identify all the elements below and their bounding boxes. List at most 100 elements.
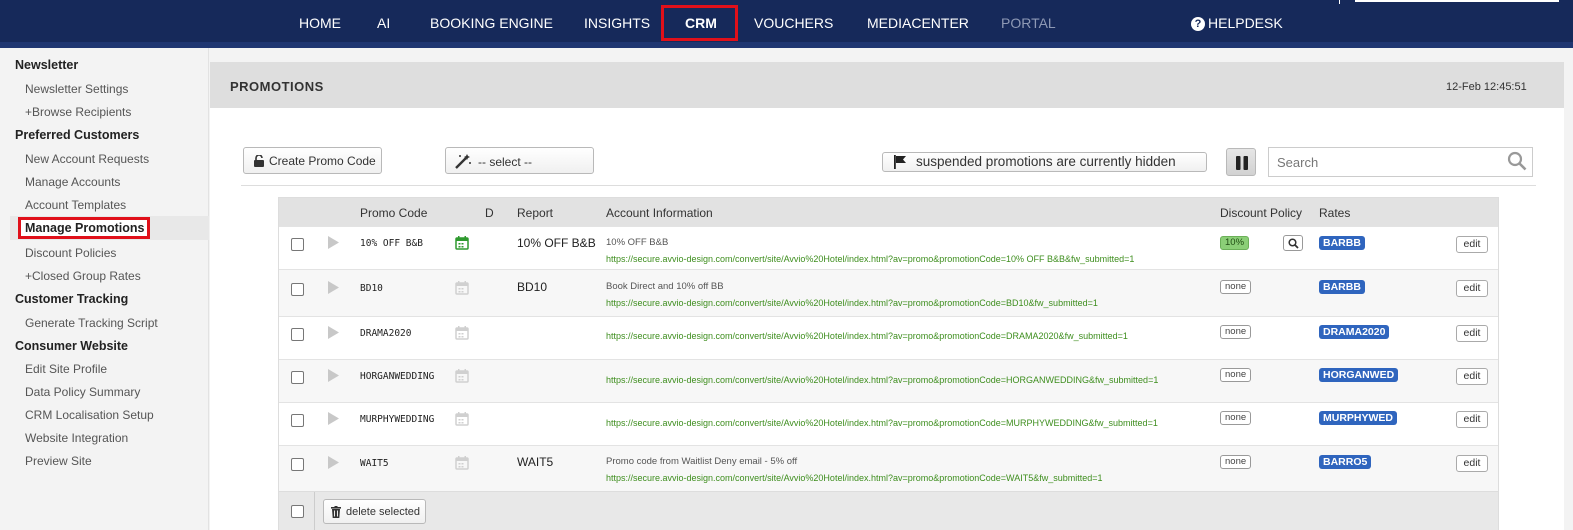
- table-row: BD10 BD10 Book Direct and 10% off BB htt…: [279, 269, 1498, 316]
- play-icon[interactable]: [327, 236, 339, 249]
- promo-url-link[interactable]: https://secure.avvio-design.com/convert/…: [606, 418, 1158, 428]
- toolbar-divider: [241, 185, 1536, 186]
- sidebar-item-account-templates[interactable]: Account Templates: [25, 198, 126, 212]
- rate-badge: MURPHYWED: [1319, 411, 1397, 425]
- promo-code: WAIT5: [360, 458, 389, 469]
- sidebar-item-preview-site[interactable]: Preview Site: [25, 454, 92, 468]
- nav-insights[interactable]: INSIGHTS: [584, 0, 650, 42]
- sidebar-item-new-account-requests[interactable]: New Account Requests: [25, 152, 149, 166]
- header-report[interactable]: Report: [517, 206, 553, 220]
- promo-url-link[interactable]: https://secure.avvio-design.com/convert/…: [606, 473, 1103, 483]
- play-icon[interactable]: [327, 281, 339, 294]
- discount-policy-badge: none: [1220, 280, 1252, 294]
- row-checkbox[interactable]: [291, 371, 304, 384]
- sidebar-item-manage-promotions[interactable]: Manage Promotions: [25, 221, 144, 235]
- nav-vouchers[interactable]: VOUCHERS: [754, 0, 833, 42]
- header-rates[interactable]: Rates: [1319, 206, 1350, 220]
- nav-booking-engine[interactable]: BOOKING ENGINE: [430, 0, 553, 42]
- promo-url-link[interactable]: https://secure.avvio-design.com/convert/…: [606, 331, 1128, 341]
- sidebar-item-manage-accounts[interactable]: Manage Accounts: [25, 175, 120, 189]
- header-discount-policy[interactable]: Discount Policy: [1220, 206, 1302, 220]
- nav-ai[interactable]: AI: [377, 0, 390, 42]
- sidebar-item-generate-tracking-script[interactable]: Generate Tracking Script: [25, 316, 158, 330]
- sidebar-item-crm-localisation-setup[interactable]: CRM Localisation Setup: [25, 408, 154, 422]
- create-promo-code-button[interactable]: Create Promo Code: [243, 147, 382, 174]
- report-name: WAIT5: [517, 455, 554, 469]
- magic-wand-icon: [455, 154, 471, 169]
- delete-selected-button[interactable]: delete selected: [323, 499, 426, 524]
- calendar-icon[interactable]: [455, 412, 469, 426]
- play-icon[interactable]: [327, 326, 339, 339]
- edit-button[interactable]: edit: [1456, 455, 1488, 472]
- sidebar-item-edit-site-profile[interactable]: Edit Site Profile: [25, 362, 107, 376]
- calendar-icon[interactable]: [455, 326, 469, 340]
- calendar-icon[interactable]: [455, 281, 469, 295]
- row-checkbox[interactable]: [291, 328, 304, 341]
- row-checkbox[interactable]: [291, 414, 304, 427]
- nav-portal[interactable]: PORTAL: [1001, 0, 1056, 42]
- pause-icon: [1236, 156, 1248, 170]
- rate-badge: BARRO5: [1319, 455, 1372, 469]
- select-all-checkbox[interactable]: [291, 505, 304, 518]
- table-footer: delete selected: [279, 491, 1498, 530]
- trash-icon: [331, 506, 341, 518]
- table-row: HORGANWEDDING https://secure.avvio-desig…: [279, 359, 1498, 402]
- row-checkbox[interactable]: [291, 458, 304, 471]
- rate-badge: HORGANWED: [1319, 368, 1399, 382]
- rate-badge: BARBB: [1319, 280, 1365, 294]
- nav-helpdesk-label: HELPDESK: [1208, 15, 1283, 31]
- discount-policy-badge: none: [1220, 411, 1252, 425]
- page-header: PROMOTIONS 12-Feb 12:45:51: [210, 62, 1564, 108]
- nav-home[interactable]: HOME: [299, 0, 341, 42]
- sidebar-heading-preferred-customers: Preferred Customers: [15, 128, 140, 142]
- play-icon[interactable]: [327, 456, 339, 469]
- top-search-field[interactable]: [1355, 0, 1559, 2]
- search-icon[interactable]: [1507, 151, 1527, 171]
- discount-policy-badge: none: [1220, 325, 1252, 339]
- unlock-icon: [254, 155, 264, 167]
- action-select[interactable]: -- select --: [445, 147, 594, 174]
- edit-button[interactable]: edit: [1456, 280, 1488, 297]
- edit-button[interactable]: edit: [1456, 236, 1488, 253]
- calendar-active-icon[interactable]: [455, 236, 469, 250]
- header-d[interactable]: D: [485, 206, 494, 220]
- sidebar-heading-customer-tracking: Customer Tracking: [15, 292, 129, 306]
- sidebar-item-browse-recipients[interactable]: +Browse Recipients: [25, 105, 131, 119]
- top-divider: [1339, 0, 1340, 4]
- suspended-toggle-button[interactable]: suspended promotions are currently hidde…: [882, 152, 1207, 172]
- delete-selected-label: delete selected: [346, 506, 420, 518]
- promotions-table: Promo Code D Report Account Information …: [278, 197, 1499, 530]
- edit-button[interactable]: edit: [1456, 368, 1488, 385]
- row-checkbox[interactable]: [291, 238, 304, 251]
- discount-policy-badge: 10%: [1220, 236, 1250, 250]
- play-icon[interactable]: [327, 412, 339, 425]
- sidebar-item-discount-policies[interactable]: Discount Policies: [25, 246, 116, 260]
- promo-url-link[interactable]: https://secure.avvio-design.com/convert/…: [606, 375, 1158, 385]
- sidebar-item-closed-group-rates[interactable]: +Closed Group Rates: [25, 269, 141, 283]
- pause-button[interactable]: [1226, 148, 1256, 176]
- promo-code: DRAMA2020: [360, 328, 412, 339]
- edit-button[interactable]: edit: [1456, 325, 1488, 342]
- promo-url-link[interactable]: https://secure.avvio-design.com/convert/…: [606, 298, 1098, 308]
- edit-button[interactable]: edit: [1456, 411, 1488, 428]
- policy-view-button[interactable]: [1283, 235, 1303, 251]
- calendar-icon[interactable]: [455, 456, 469, 470]
- create-promo-code-label: Create Promo Code: [269, 154, 376, 168]
- calendar-icon[interactable]: [455, 369, 469, 383]
- nav-helpdesk[interactable]: ? HELPDESK: [1191, 0, 1283, 42]
- header-promo-code[interactable]: Promo Code: [360, 206, 427, 220]
- footer-divider: [314, 492, 315, 530]
- nav-mediacenter[interactable]: MEDIACENTER: [867, 0, 969, 42]
- promo-code: 10% OFF B&B: [360, 238, 423, 249]
- header-account-information[interactable]: Account Information: [606, 206, 713, 220]
- sidebar-item-data-policy-summary[interactable]: Data Policy Summary: [25, 385, 140, 399]
- account-description: Book Direct and 10% off BB: [606, 281, 724, 292]
- sidebar-item-website-integration[interactable]: Website Integration: [25, 431, 128, 445]
- report-name: 10% OFF B&B: [517, 236, 596, 250]
- sidebar-item-newsletter-settings[interactable]: Newsletter Settings: [25, 82, 128, 96]
- play-icon[interactable]: [327, 369, 339, 382]
- promo-url-link[interactable]: https://secure.avvio-design.com/convert/…: [606, 254, 1134, 264]
- top-nav: HOME AI BOOKING ENGINE INSIGHTS CRM VOUC…: [0, 0, 1573, 42]
- search-input[interactable]: [1268, 147, 1533, 177]
- row-checkbox[interactable]: [291, 283, 304, 296]
